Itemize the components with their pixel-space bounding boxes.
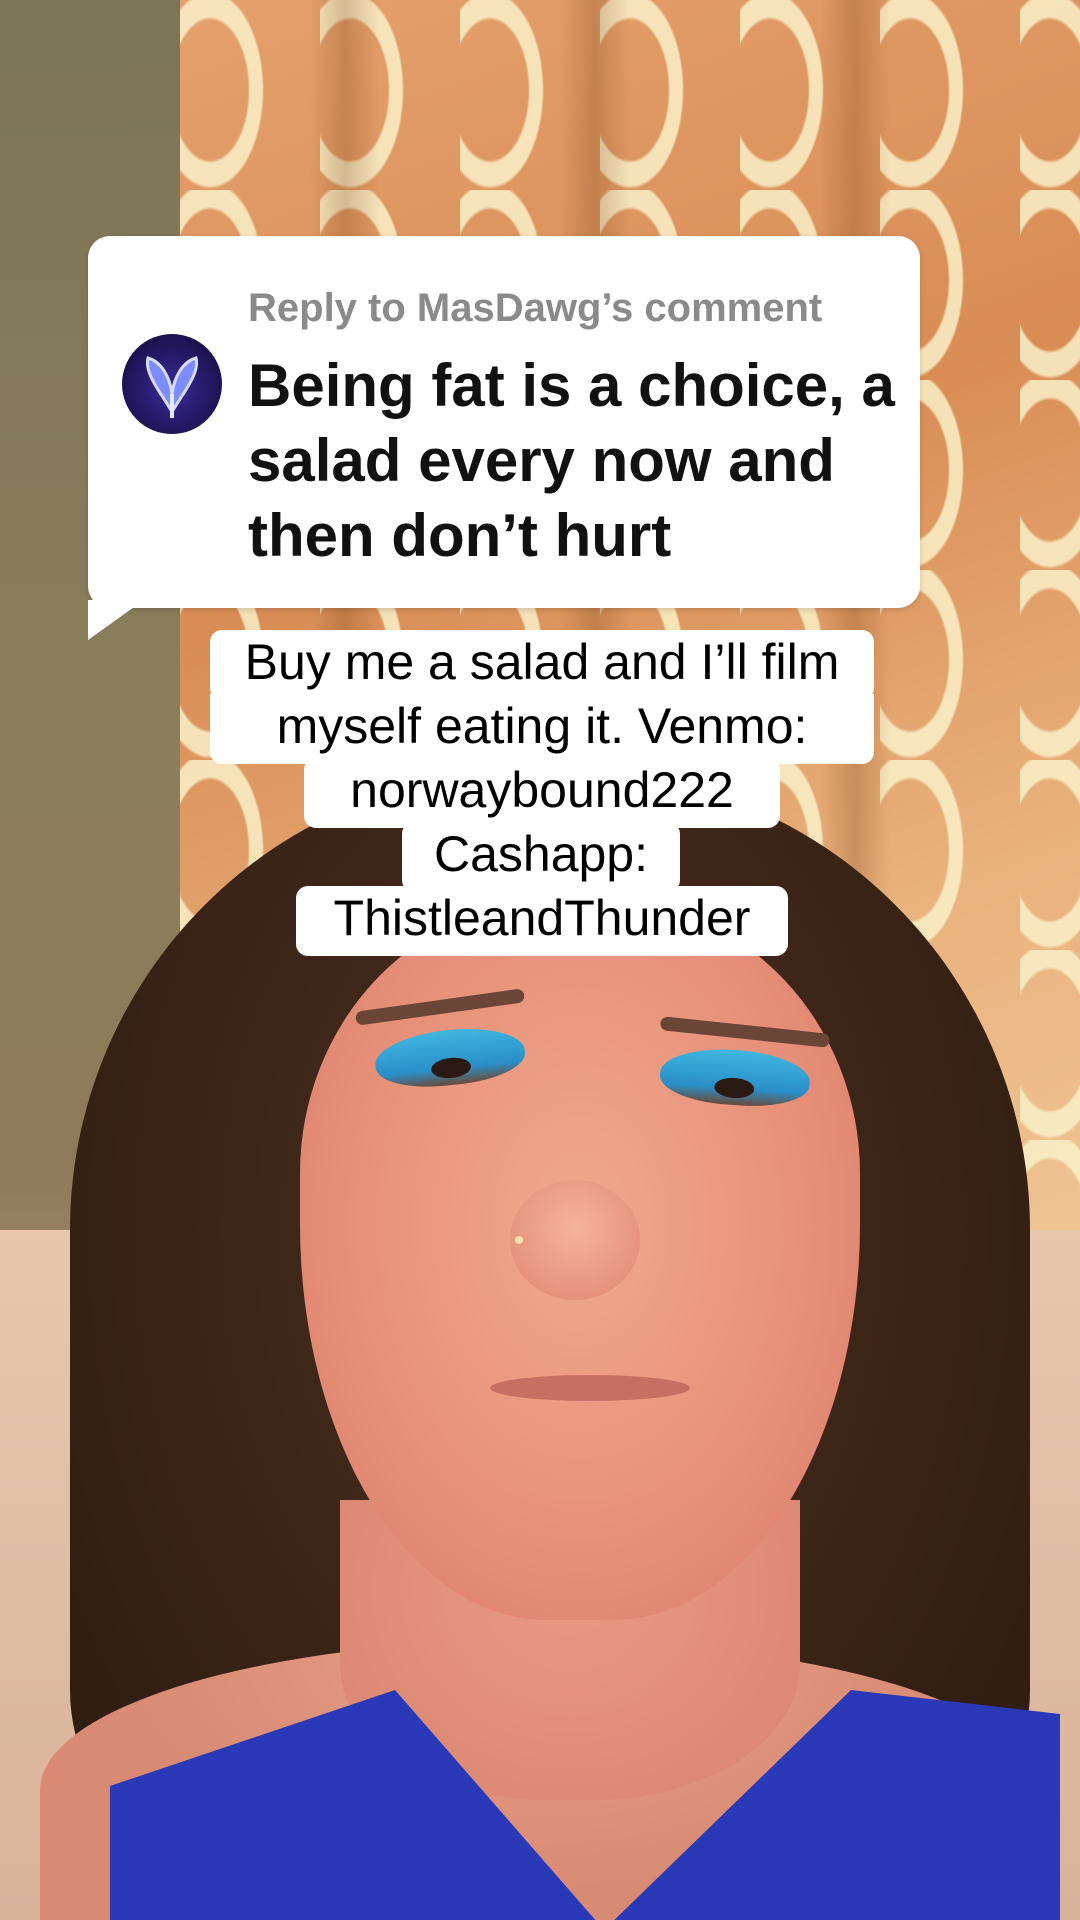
butterfly-avatar-icon[interactable] [122,334,222,434]
caption-line: Cashapp: [402,822,680,892]
person-mouth [490,1375,690,1401]
video-frame[interactable]: Reply to MasDawg’s comment Being fat is … [0,0,1080,1920]
nose-stud [515,1236,523,1244]
reply-header: Reply to MasDawg’s comment [248,286,823,330]
reply-card-tail [88,600,144,640]
person-nose [510,1180,640,1300]
caption-line: ThistleandThunder [296,886,788,956]
caption-line: norwaybound222 [304,758,780,828]
caption-line: Buy me a salad and I’ll film [210,630,874,700]
caption-line: myself eating it. Venmo: [210,694,874,764]
comment-text: Being fat is a choice, a salad every now… [248,352,895,569]
